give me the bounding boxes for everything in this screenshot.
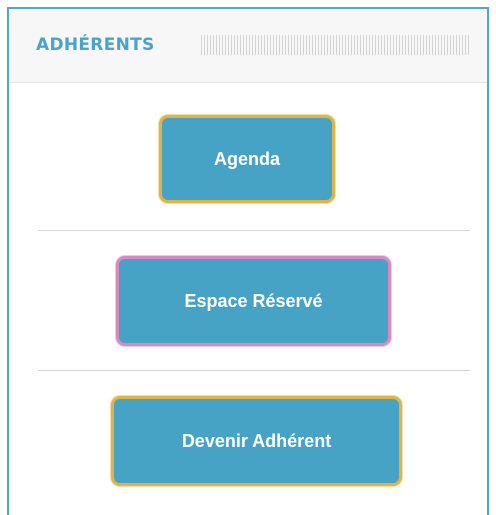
devenir-adherent-button[interactable]: Devenir Adhérent — [111, 396, 402, 486]
adherents-widget: ADHÉRENTS Agenda Espace Réservé Devenir … — [7, 7, 489, 515]
divider — [38, 230, 470, 231]
espace-reserve-button[interactable]: Espace Réservé — [116, 256, 391, 346]
agenda-button[interactable]: Agenda — [159, 115, 335, 203]
title-decoration — [201, 35, 469, 55]
widget-title: ADHÉRENTS — [36, 35, 155, 55]
widget-header: ADHÉRENTS — [9, 9, 487, 83]
divider — [38, 370, 470, 371]
